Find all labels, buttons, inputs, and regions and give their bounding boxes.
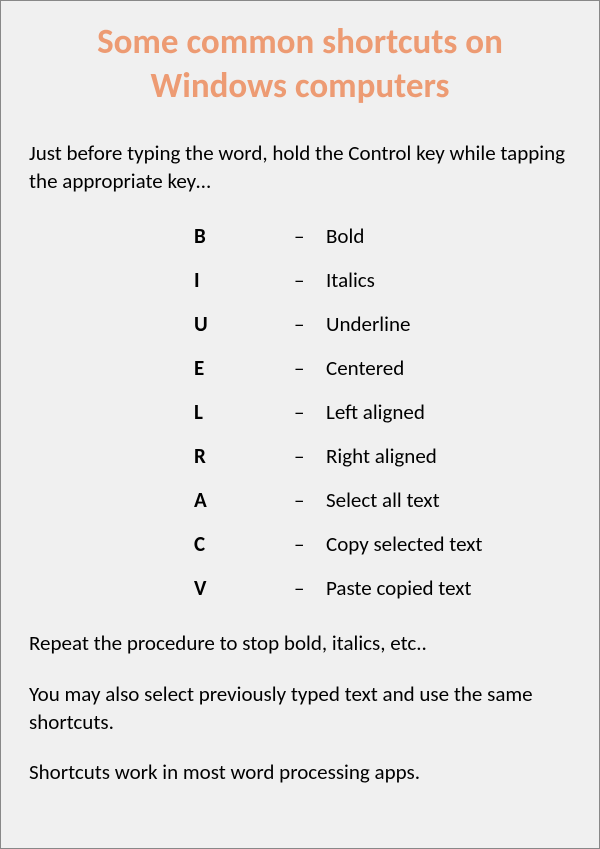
- page-title: Some common shortcuts on Windows compute…: [29, 21, 571, 109]
- shortcut-desc: Paste copied text: [326, 575, 571, 601]
- shortcut-desc: Left aligned: [326, 399, 571, 425]
- shortcut-row: B – Bold: [194, 223, 571, 249]
- shortcut-row: R – Right aligned: [194, 443, 571, 469]
- shortcut-desc: Centered: [326, 355, 571, 381]
- shortcut-desc: Copy selected text: [326, 531, 571, 557]
- shortcut-dash: –: [294, 311, 326, 337]
- shortcut-key: U: [194, 311, 294, 337]
- shortcut-desc: Select all text: [326, 487, 571, 513]
- shortcut-key: B: [194, 223, 294, 249]
- shortcut-key: A: [194, 487, 294, 513]
- shortcut-key: E: [194, 355, 294, 381]
- shortcut-key: I: [194, 267, 294, 293]
- shortcut-row: U – Underline: [194, 311, 571, 337]
- shortcut-desc: Right aligned: [326, 443, 571, 469]
- shortcut-list: B – Bold I – Italics U – Underline E – C…: [194, 223, 571, 601]
- shortcut-key: L: [194, 399, 294, 425]
- note-text: Repeat the procedure to stop bold, itali…: [29, 629, 571, 657]
- shortcut-row: V – Paste copied text: [194, 575, 571, 601]
- shortcut-dash: –: [294, 355, 326, 381]
- shortcut-row: C – Copy selected text: [194, 531, 571, 557]
- shortcut-row: A – Select all text: [194, 487, 571, 513]
- shortcut-key: R: [194, 443, 294, 469]
- intro-text: Just before typing the word, hold the Co…: [29, 139, 571, 196]
- note-text: Shortcuts work in most word processing a…: [29, 758, 571, 786]
- shortcut-dash: –: [294, 531, 326, 557]
- shortcut-row: E – Centered: [194, 355, 571, 381]
- shortcut-key: V: [194, 575, 294, 601]
- note-text: You may also select previously typed tex…: [29, 680, 571, 737]
- shortcut-dash: –: [294, 443, 326, 469]
- shortcut-desc: Italics: [326, 267, 571, 293]
- shortcut-dash: –: [294, 223, 326, 249]
- shortcut-key: C: [194, 531, 294, 557]
- shortcut-dash: –: [294, 575, 326, 601]
- shortcut-dash: –: [294, 487, 326, 513]
- shortcut-row: L – Left aligned: [194, 399, 571, 425]
- shortcut-row: I – Italics: [194, 267, 571, 293]
- shortcut-desc: Bold: [326, 223, 571, 249]
- shortcut-dash: –: [294, 399, 326, 425]
- shortcut-desc: Underline: [326, 311, 571, 337]
- shortcut-dash: –: [294, 267, 326, 293]
